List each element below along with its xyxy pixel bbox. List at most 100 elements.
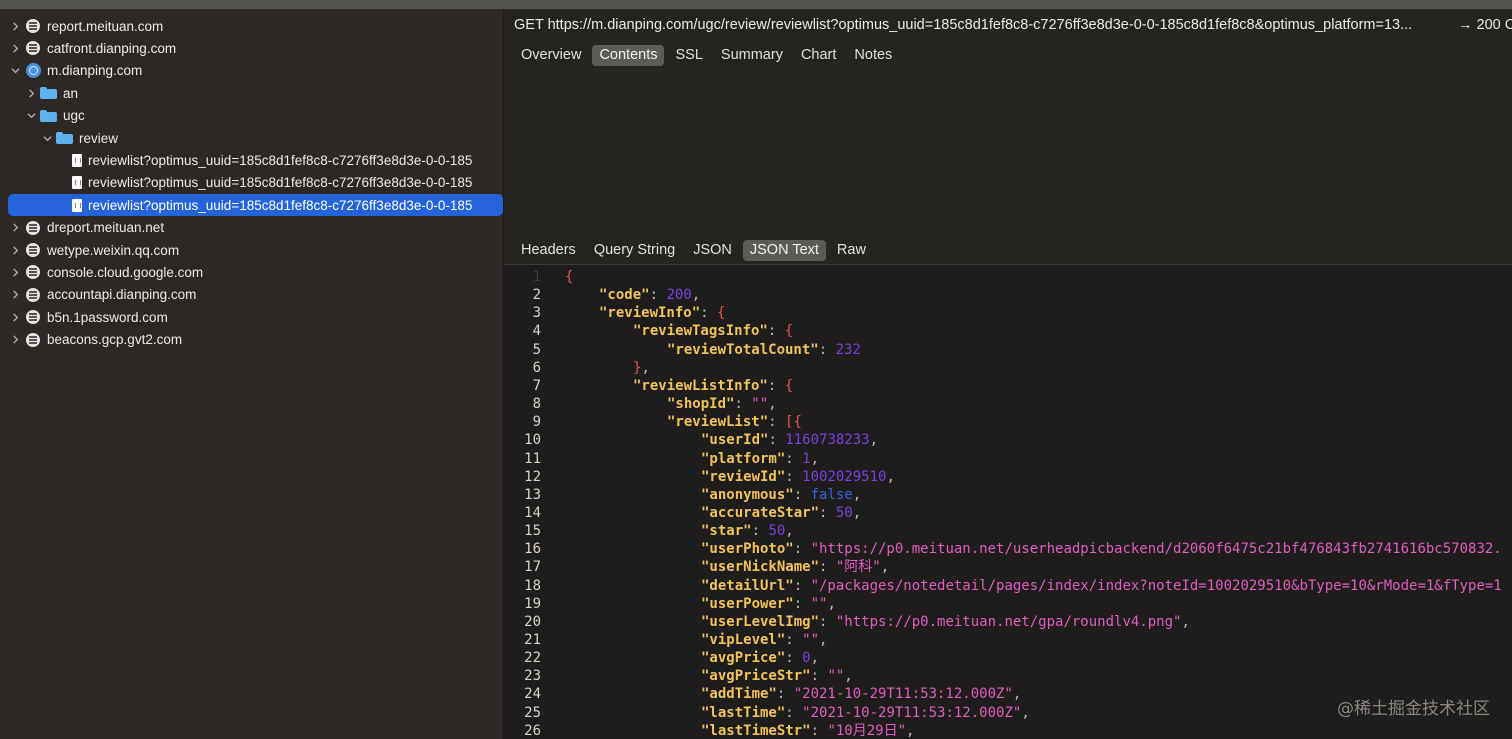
line-number: 14	[524, 504, 541, 521]
chevron-right-icon[interactable]	[8, 245, 22, 255]
tree-item-label: reviewlist?optimus_uuid=185c8d1fef8c8-c7…	[88, 175, 473, 191]
subtab-headers[interactable]: Headers	[514, 240, 583, 261]
line-number: 5	[532, 341, 541, 358]
chevron-right-icon[interactable]	[8, 290, 22, 299]
host-tree-sidebar[interactable]: report.meituan.com catfront.dianping.com m…	[0, 9, 504, 739]
chevron-down-icon[interactable]	[24, 111, 38, 120]
code-text: {	[565, 268, 573, 286]
code-token: :	[768, 414, 786, 431]
json-file-icon	[72, 153, 82, 167]
chevron-right-icon[interactable]	[24, 89, 38, 98]
tab-chart[interactable]: Chart	[794, 45, 843, 66]
code-token: ""	[827, 668, 845, 685]
tree-item-label: beacons.gcp.gvt2.com	[47, 332, 183, 348]
code-token: "anonymous"	[701, 486, 794, 503]
code-token: 1	[802, 450, 811, 467]
code-token: "platform"	[701, 450, 786, 467]
tree-item-host[interactable]: wetype.weixin.qq.com	[8, 239, 503, 261]
code-token: ,	[641, 359, 650, 376]
code-token: 200	[666, 287, 692, 304]
code-token: ,	[819, 632, 828, 648]
host-icon	[26, 220, 40, 235]
response-status: → 200 C	[1458, 17, 1512, 33]
line-number: 2	[532, 287, 541, 304]
tree-item-globe[interactable]: m.dianping.com	[8, 60, 503, 82]
code-text: "detailUrl": "/packages/notedetail/pages…	[565, 577, 1502, 595]
subtab-json[interactable]: JSON	[686, 240, 739, 261]
tree-item-host[interactable]: accountapi.dianping.com	[8, 284, 503, 306]
code-token: :	[793, 541, 811, 558]
code-token: "userId"	[701, 432, 769, 449]
tree-item-host[interactable]: catfront.dianping.com	[8, 37, 503, 59]
json-file-icon	[72, 176, 82, 190]
tree-item-host[interactable]: dreport.meituan.net	[8, 217, 503, 239]
line-number: 25	[524, 704, 541, 721]
chevron-right-icon[interactable]	[8, 44, 22, 53]
tab-overview[interactable]: Overview	[514, 45, 588, 66]
tree-item-host[interactable]: report.meituan.com	[8, 15, 503, 37]
chevron-right-icon[interactable]	[8, 223, 22, 232]
code-text: "lastTime": "2021-10-29T11:53:12.000Z",	[565, 704, 1030, 722]
subtab-query-string[interactable]: Query String	[587, 240, 682, 261]
tree-item-folder[interactable]: ugc	[8, 105, 503, 127]
line-number: 7	[532, 377, 541, 394]
tree-item-label: ugc	[63, 108, 85, 124]
request-line: GET https://m.dianping.com/ugc/review/re…	[514, 17, 1413, 33]
code-token: 1002029510	[802, 468, 887, 485]
host-icon	[26, 41, 40, 56]
code-text: },	[565, 359, 650, 377]
code-token: "lastTimeStr"	[701, 722, 811, 739]
tab-summary[interactable]: Summary	[714, 45, 790, 66]
code-token: :	[810, 668, 828, 685]
code-token: :	[785, 704, 803, 721]
code-token: "阿科"	[835, 559, 881, 576]
tree-item-label: reviewlist?optimus_uuid=185c8d1fef8c8-c7…	[88, 152, 473, 168]
chevron-right-icon[interactable]	[8, 313, 22, 322]
line-number: 18	[524, 577, 541, 594]
code-token: "detailUrl"	[701, 577, 794, 594]
code-text: "reviewList": [{	[565, 413, 802, 431]
tab-contents[interactable]: Contents	[592, 45, 665, 66]
tree-item-file[interactable]: reviewlist?optimus_uuid=185c8d1fef8c8-c7…	[8, 172, 503, 194]
code-token: :	[700, 305, 718, 322]
tab-ssl[interactable]: SSL	[668, 45, 709, 66]
tree-item-folder[interactable]: an	[8, 82, 503, 104]
subtab-raw[interactable]: Raw	[830, 240, 873, 261]
tree-item-file[interactable]: reviewlist?optimus_uuid=185c8d1fef8c8-c7…	[8, 194, 503, 217]
tree-item-label: dreport.meituan.net	[47, 220, 165, 236]
code-text: "avgPrice": 0,	[565, 649, 819, 667]
code-token: :	[767, 377, 785, 394]
line-number: 6	[532, 359, 541, 376]
code-token: {	[784, 323, 794, 340]
json-text-editor[interactable]: 1{2 "code": 200, 3 "reviewInfo": {4 "reviewT…	[504, 265, 1512, 739]
code-token: "avgPriceStr"	[701, 668, 811, 685]
chevron-right-icon[interactable]	[8, 335, 22, 344]
tab-notes[interactable]: Notes	[847, 45, 899, 66]
chevron-right-icon[interactable]	[8, 268, 22, 277]
subtab-json-text[interactable]: JSON Text	[742, 240, 826, 261]
code-token: {	[784, 377, 794, 394]
tree-item-host[interactable]: console.cloud.google.com	[8, 261, 503, 283]
chevron-down-icon[interactable]	[40, 134, 54, 143]
tree-item-host[interactable]: b5n.1password.com	[8, 306, 503, 328]
chevron-down-icon[interactable]	[8, 66, 22, 75]
host-icon	[26, 332, 40, 347]
line-number: 23	[524, 668, 541, 685]
tree-item-file[interactable]: reviewlist?optimus_uuid=185c8d1fef8c8-c7…	[8, 149, 503, 171]
code-token: :	[768, 432, 786, 449]
host-icon	[26, 265, 40, 280]
code-token: "reviewList"	[667, 414, 769, 431]
chevron-right-icon[interactable]	[8, 21, 22, 31]
tree-item-host[interactable]: beacons.gcp.gvt2.com	[8, 329, 503, 351]
code-token: "userPower"	[701, 595, 794, 612]
code-text: "userPhoto": "https://p0.meituan.net/use…	[565, 540, 1502, 558]
code-token: "reviewTotalCount"	[667, 341, 819, 358]
code-token: :	[785, 632, 803, 648]
host-icon	[26, 19, 40, 33]
code-token: 0	[802, 650, 811, 667]
tree-item-folder[interactable]: review	[8, 127, 503, 149]
code-text: "reviewInfo": {	[565, 304, 725, 322]
tree-item-label: m.dianping.com	[47, 63, 143, 79]
code-token: false	[810, 486, 853, 503]
folder-icon	[40, 109, 57, 122]
